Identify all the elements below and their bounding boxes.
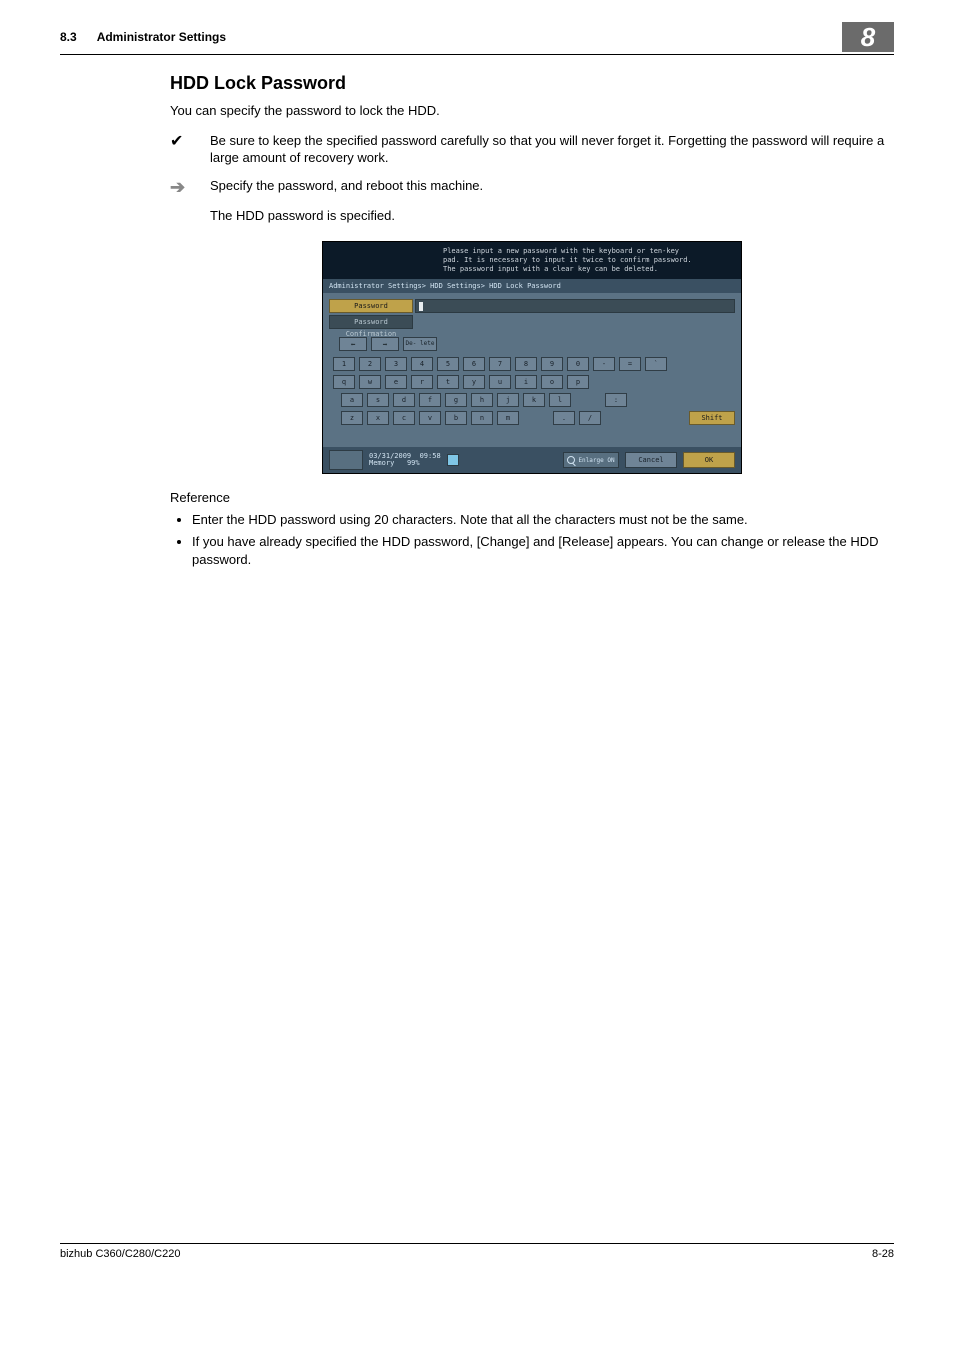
keyboard-row-4: z x c v b n m . / Shift [341,411,735,425]
key-period[interactable]: . [553,411,575,425]
tab-password[interactable]: Password [329,299,413,313]
key-c[interactable]: c [393,411,415,425]
arrow-right-icon: ➔ [170,177,210,199]
key-y[interactable]: y [463,375,485,389]
status-memory-value: 99% [407,459,420,467]
cancel-button[interactable]: Cancel [625,452,677,468]
reference-item: If you have already specified the HDD pa… [192,533,894,568]
checklist-text: Be sure to keep the specified password c… [210,132,894,167]
key-x[interactable]: x [367,411,389,425]
key-s[interactable]: s [367,393,389,407]
checkmark-icon: ✔ [170,132,210,167]
key-5[interactable]: 5 [437,357,459,371]
key-8[interactable]: 8 [515,357,537,371]
instruction-line: pad. It is necessary to input it twice t… [443,256,733,265]
section-number: 8.3 [60,30,77,44]
instruction-line: Please input a new password with the key… [443,247,733,256]
key-3[interactable]: 3 [385,357,407,371]
footer-page-number: 8-28 [872,1248,894,1260]
key-6[interactable]: 6 [463,357,485,371]
device-footer: 03/31/2009 09:58 Memory 99% Enlarge ON C… [323,447,741,473]
job-flag-icon [447,454,459,466]
key-r[interactable]: r [411,375,433,389]
page-title: HDD Lock Password [170,73,894,94]
enlarge-label: Enlarge ON [578,457,614,464]
checklist-item: ✔ Be sure to keep the specified password… [170,132,894,167]
reference-heading: Reference [170,490,894,505]
key-minus[interactable]: - [593,357,615,371]
cursor-left-button[interactable]: ⬅ [339,337,367,351]
text-caret [419,302,423,311]
key-a[interactable]: a [341,393,363,407]
key-2[interactable]: 2 [359,357,381,371]
key-t[interactable]: t [437,375,459,389]
key-n[interactable]: n [471,411,493,425]
key-k[interactable]: k [523,393,545,407]
status-memory-label: Memory [369,459,394,467]
chapter-tab: 8 [842,22,894,52]
key-equals[interactable]: = [619,357,641,371]
key-shift[interactable]: Shift [689,411,735,425]
ok-button[interactable]: OK [683,452,735,468]
password-input[interactable] [415,299,735,313]
procedure-result: The HDD password is specified. [210,208,894,223]
section-title: Administrator Settings [97,30,842,44]
procedure-item: ➔ Specify the password, and reboot this … [170,177,894,199]
magnifier-icon [567,456,575,464]
key-e[interactable]: e [385,375,407,389]
status-time: 09:58 [420,452,441,460]
key-7[interactable]: 7 [489,357,511,371]
key-l[interactable]: l [549,393,571,407]
key-h[interactable]: h [471,393,493,407]
keyboard-row-2: q w e r t y u i o p [333,375,735,389]
device-screenshot: Please input a new password with the key… [322,241,742,474]
cursor-right-button[interactable]: ➡ [371,337,399,351]
breadcrumb: Administrator Settings> HDD Settings> HD… [323,279,741,293]
enlarge-button[interactable]: Enlarge ON [563,452,619,468]
key-o[interactable]: o [541,375,563,389]
key-4[interactable]: 4 [411,357,433,371]
key-slash[interactable]: / [579,411,601,425]
arrow-left-icon: ⬅ [351,340,356,349]
key-0[interactable]: 0 [567,357,589,371]
key-colon[interactable]: : [605,393,627,407]
key-d[interactable]: d [393,393,415,407]
key-backtick[interactable]: ` [645,357,667,371]
key-i[interactable]: i [515,375,537,389]
device-instruction-bar: Please input a new password with the key… [323,242,741,279]
device-body: Password Password Confirmation ⬅ ➡ De- l… [323,293,741,447]
key-w[interactable]: w [359,375,381,389]
job-status-icon[interactable] [329,450,363,470]
tab-password-confirmation[interactable]: Password Confirmation [329,315,413,329]
status-text: 03/31/2009 09:58 Memory 99% [369,453,441,468]
reference-list: Enter the HDD password using 20 characte… [192,511,894,568]
page-footer: bizhub C360/C280/C220 8-28 [60,1243,894,1260]
key-m[interactable]: m [497,411,519,425]
procedure-text: Specify the password, and reboot this ma… [210,177,894,199]
keyboard-row-3: a s d f g h j k l : [341,393,735,407]
keyboard-row-1: 1 2 3 4 5 6 7 8 9 0 - = ` [333,357,735,371]
reference-item: Enter the HDD password using 20 characte… [192,511,894,529]
arrow-right-icon: ➡ [383,340,388,349]
key-b[interactable]: b [445,411,467,425]
footer-model: bizhub C360/C280/C220 [60,1248,872,1260]
key-f[interactable]: f [419,393,441,407]
key-1[interactable]: 1 [333,357,355,371]
key-u[interactable]: u [489,375,511,389]
instruction-line: The password input with a clear key can … [443,265,733,274]
key-j[interactable]: j [497,393,519,407]
intro-text: You can specify the password to lock the… [170,102,894,120]
key-g[interactable]: g [445,393,467,407]
key-z[interactable]: z [341,411,363,425]
delete-button[interactable]: De- lete [403,337,437,351]
key-9[interactable]: 9 [541,357,563,371]
key-p[interactable]: p [567,375,589,389]
key-v[interactable]: v [419,411,441,425]
key-q[interactable]: q [333,375,355,389]
page-header: 8.3 Administrator Settings 8 [60,30,894,55]
